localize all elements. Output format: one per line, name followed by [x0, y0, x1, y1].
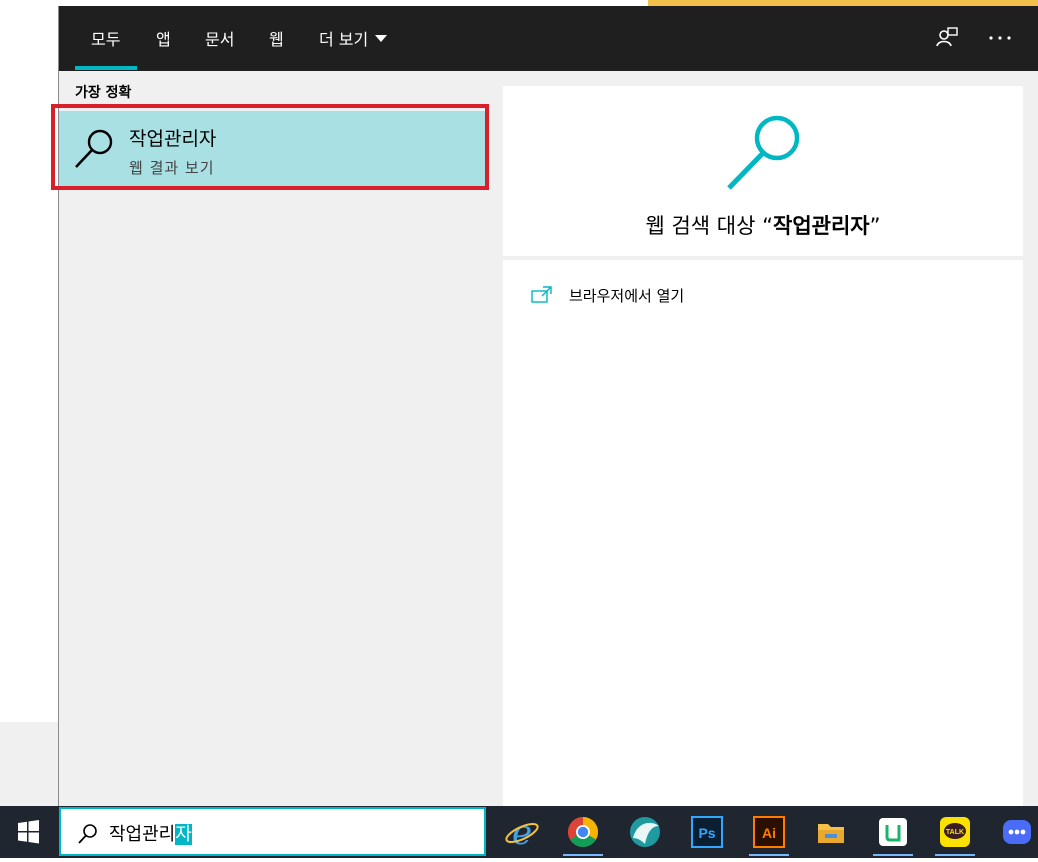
- running-indicator: [873, 854, 913, 856]
- photoshop-icon[interactable]: Ps: [687, 812, 727, 852]
- preview-header: 웹 검색 대상 “작업관리자”: [503, 86, 1023, 256]
- file-explorer-icon[interactable]: [811, 812, 851, 852]
- bird-app-icon[interactable]: [625, 812, 665, 852]
- ellipsis-icon[interactable]: [987, 25, 1013, 51]
- search-typed-text: 작업관리: [109, 824, 176, 845]
- preview-query: 작업관리자: [773, 214, 870, 238]
- search-composing-text: 자: [175, 824, 192, 845]
- preview-pane: 웹 검색 대상 “작업관리자” 브라우저에서 열기: [503, 86, 1023, 806]
- ai-label: Ai: [762, 825, 776, 841]
- tab-apps[interactable]: 앱: [156, 26, 171, 50]
- search-icon: [727, 115, 800, 190]
- ps-label: Ps: [698, 825, 715, 841]
- illustrator-icon[interactable]: Ai: [749, 812, 789, 856]
- kakaotalk-icon[interactable]: TALK: [935, 812, 975, 856]
- tab-web[interactable]: 웹: [269, 26, 284, 50]
- running-indicator: [749, 854, 789, 856]
- start-button[interactable]: [0, 806, 56, 858]
- desktop-strip: [0, 722, 58, 806]
- active-tab-indicator: [75, 66, 137, 70]
- taskbar: 작업관리자 e Ps Ai TALK: [0, 806, 1038, 858]
- feedback-icon[interactable]: [934, 25, 960, 51]
- running-indicator: [563, 854, 603, 856]
- talk-label: TALK: [946, 829, 964, 836]
- preview-title: 웹 검색 대상 “작업관리자”: [503, 210, 1023, 240]
- preview-suffix: ”: [869, 214, 881, 238]
- selection-outline: [51, 104, 489, 190]
- tab-documents[interactable]: 문서: [205, 26, 234, 50]
- search-query: 작업관리자: [109, 820, 192, 846]
- tab-more[interactable]: 더 보기: [319, 26, 388, 50]
- preview-actions: 브라우저에서 열기: [503, 260, 1023, 806]
- search-filter-bar: 모두 앱 문서 웹 더 보기: [59, 6, 1038, 71]
- tab-all[interactable]: 모두: [91, 26, 120, 50]
- windows-icon: [18, 820, 39, 844]
- best-match-heading: 가장 정확: [75, 85, 132, 101]
- svg-text:e: e: [512, 813, 532, 852]
- chevron-down-icon: [375, 35, 388, 42]
- chat-app-icon[interactable]: [997, 812, 1037, 852]
- internet-explorer-icon[interactable]: e: [502, 812, 542, 853]
- line-works-icon[interactable]: [873, 812, 913, 856]
- open-external-icon: [531, 286, 552, 303]
- tab-more-label: 더 보기: [319, 30, 369, 49]
- running-indicator: [935, 854, 975, 856]
- search-input[interactable]: 작업관리자: [59, 807, 486, 856]
- preview-prefix: 웹 검색 대상 “: [645, 214, 773, 238]
- chrome-icon[interactable]: [563, 812, 603, 856]
- search-icon: [78, 824, 97, 844]
- open-in-browser-label: 브라우저에서 열기: [569, 287, 685, 305]
- search-panel: 모두 앱 문서 웹 더 보기 가장 정확 작업관리자 웹 결과 보기 웹 검색 …: [51, 6, 1038, 806]
